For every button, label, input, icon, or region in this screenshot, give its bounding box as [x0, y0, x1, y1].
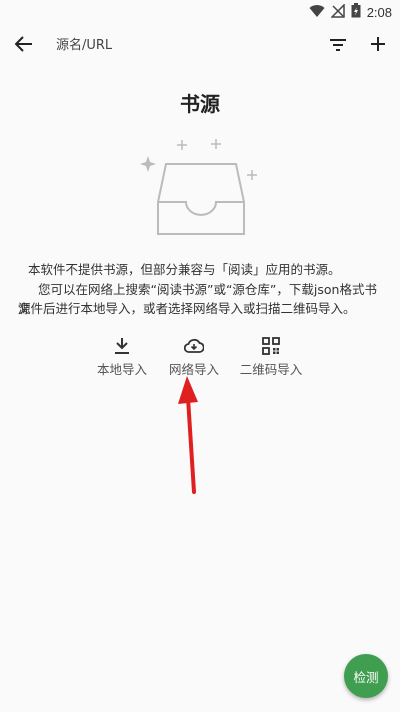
empty-inbox-icon — [136, 136, 264, 240]
cloud-download-icon — [184, 336, 204, 356]
red-arrow-annotation — [175, 374, 205, 496]
qr-import-label: 二维码导入 — [239, 362, 303, 377]
download-icon — [112, 336, 132, 356]
description-line-1: 本软件不提供书源，但部分兼容与「阅读」应用的书源。 — [28, 262, 341, 277]
filter-button[interactable] — [324, 32, 352, 60]
screen: 2:08 源名/URL 书源 本软件不提供书源，但部分兼容与「阅读」应用的书源。… — [0, 0, 400, 712]
search-input[interactable]: 源名/URL — [56, 34, 296, 58]
app-bar: 源名/URL — [0, 24, 400, 68]
battery-charging-icon — [351, 3, 361, 22]
local-import-button[interactable]: 本地导入 — [94, 336, 150, 380]
wifi-icon — [309, 3, 325, 22]
plus-icon — [370, 36, 386, 56]
detect-fab-button[interactable]: 检测 — [344, 654, 388, 698]
back-button[interactable] — [10, 32, 38, 60]
filter-icon — [329, 37, 347, 56]
status-icons: 2:08 — [309, 3, 392, 22]
qr-code-icon — [261, 336, 281, 356]
local-import-label: 本地导入 — [96, 362, 147, 377]
status-time: 2:08 — [366, 5, 392, 20]
description-line-3: 文件后进行本地导入，或者选择网络导入或扫描二维码导入。 — [18, 301, 356, 316]
empty-state-title: 书源 — [180, 92, 220, 116]
qr-import-button[interactable]: 二维码导入 — [238, 336, 304, 380]
status-bar: 2:08 — [0, 0, 400, 24]
add-button[interactable] — [364, 32, 392, 60]
signal-off-icon — [329, 3, 345, 22]
arrow-left-icon — [14, 36, 33, 56]
